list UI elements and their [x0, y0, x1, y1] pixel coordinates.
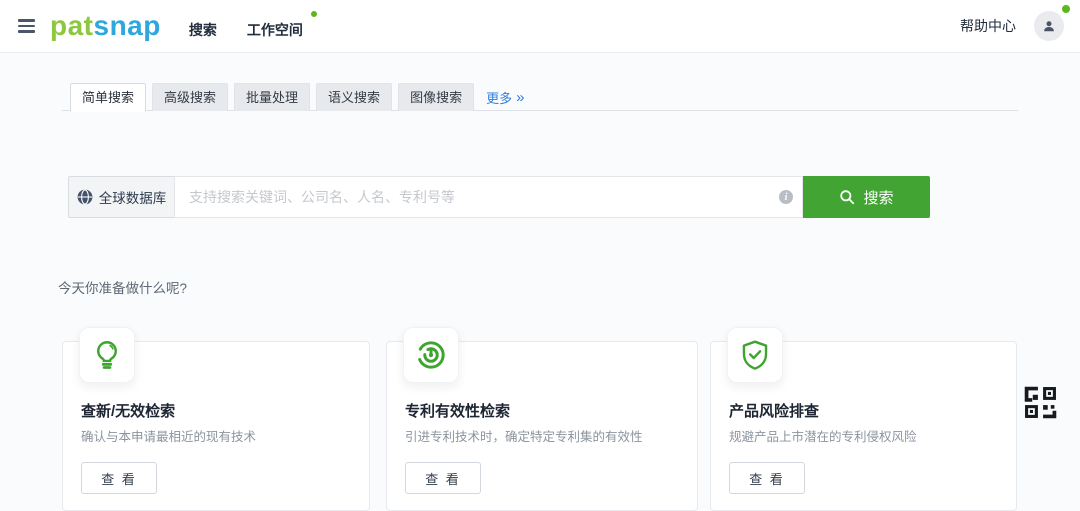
- logo-part-blue: snap: [93, 10, 161, 41]
- view-button[interactable]: 查 看: [729, 462, 805, 494]
- top-navbar: patsnap 搜索 工作空间 帮助中心: [0, 0, 1080, 53]
- intro-question: 今天你准备做什么呢?: [58, 281, 188, 296]
- main-nav: 搜索 工作空间: [189, 10, 317, 40]
- nav-item-search[interactable]: 搜索: [189, 13, 217, 40]
- patsnap-logo[interactable]: patsnap: [50, 12, 161, 40]
- user-avatar[interactable]: [1034, 5, 1070, 41]
- lightbulb-icon: [79, 327, 135, 383]
- tab-semantic-search[interactable]: 语义搜索: [316, 83, 393, 111]
- card-patent-validity-search[interactable]: 专利有效性检索 引进专利技术时，确定特定专利集的有效性 查 看: [386, 327, 698, 511]
- tab-image-search[interactable]: 图像搜索: [398, 83, 475, 111]
- card-title: 产品风险排查: [729, 403, 820, 420]
- card-description: 规避产品上市潜在的专利侵权风险: [729, 430, 917, 444]
- view-button[interactable]: 查 看: [81, 462, 157, 494]
- tab-advanced-search[interactable]: 高级搜索: [152, 83, 229, 111]
- logo-part-green: pat: [50, 10, 94, 41]
- card-novelty-invalidity-search[interactable]: 查新/无效检索 确认与本申请最相近的现有技术 查 看: [62, 327, 370, 511]
- workspace-notification-badge: [310, 10, 317, 17]
- hamburger-menu-icon[interactable]: [18, 19, 35, 33]
- view-button[interactable]: 查 看: [405, 462, 481, 494]
- card-title: 专利有效性检索: [405, 403, 511, 420]
- target-icon: [403, 327, 459, 383]
- card-description: 引进专利技术时，确定特定专利集的有效性: [405, 430, 643, 444]
- avatar-notification-badge: [1062, 5, 1070, 13]
- qr-code-icon[interactable]: [1024, 386, 1057, 419]
- avatar-person-icon: [1034, 11, 1064, 41]
- card-description: 确认与本申请最相近的现有技术: [81, 430, 257, 444]
- global-search-bar: 全球数据库 i 搜索: [68, 176, 930, 218]
- search-mode-tabs: 简单搜索 高级搜索 批量处理 语义搜索 图像搜索 更多»: [70, 83, 524, 112]
- double-chevron-right-icon: »: [516, 88, 525, 106]
- search-button[interactable]: 搜索: [803, 176, 930, 218]
- scope-label: 全球数据库: [98, 191, 167, 206]
- magnifier-icon: [840, 190, 855, 205]
- database-scope-selector[interactable]: 全球数据库: [68, 176, 174, 218]
- tab-batch-processing[interactable]: 批量处理: [234, 83, 311, 111]
- search-input[interactable]: [174, 176, 803, 218]
- patsnap-search-page: { "header": { "logo_part1": "pat", "logo…: [0, 0, 1080, 511]
- info-icon[interactable]: i: [779, 190, 793, 204]
- nav-item-workspace[interactable]: 工作空间: [247, 10, 317, 40]
- tabs-more-link[interactable]: 更多»: [486, 83, 524, 111]
- shield-check-icon: [727, 327, 783, 383]
- tab-simple-search[interactable]: 简单搜索: [70, 83, 147, 112]
- search-button-label: 搜索: [863, 189, 894, 207]
- globe-icon: [77, 189, 93, 205]
- card-title: 查新/无效检索: [81, 403, 176, 420]
- help-center-link[interactable]: 帮助中心: [960, 16, 1016, 36]
- card-product-risk-check[interactable]: 产品风险排查 规避产品上市潜在的专利侵权风险 查 看: [710, 327, 1017, 511]
